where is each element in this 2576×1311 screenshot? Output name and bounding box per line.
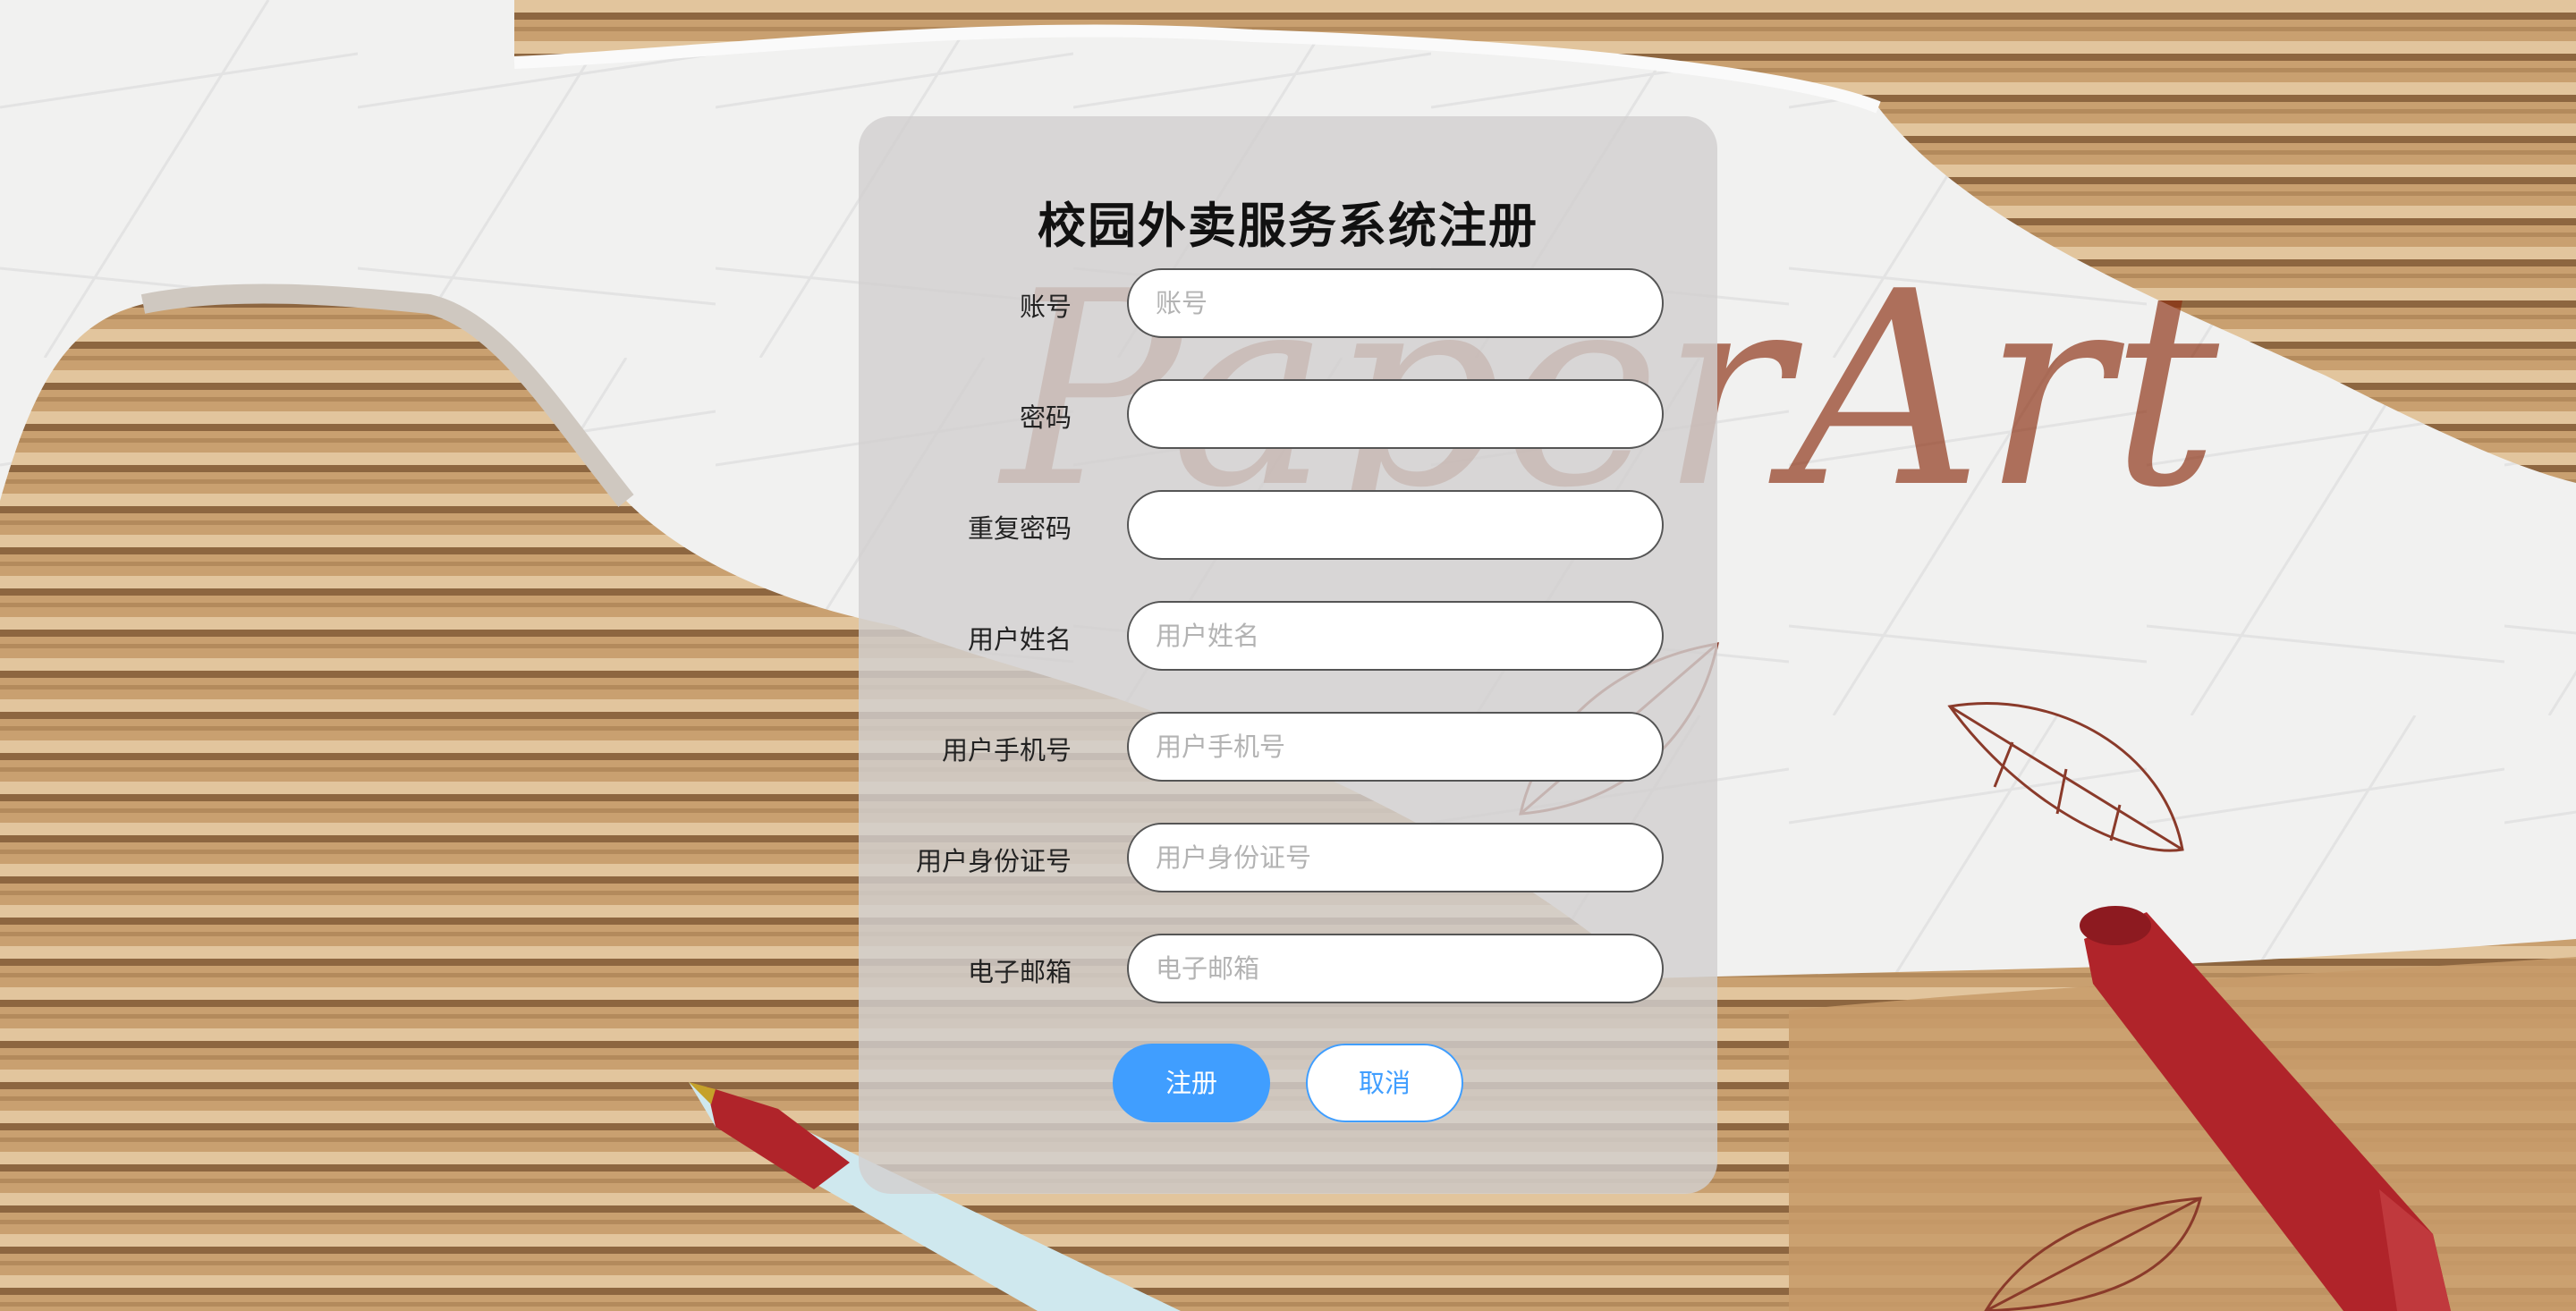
phone-label: 用户手机号 (941, 735, 1072, 765)
email-label: 电子邮箱 (967, 957, 1072, 987)
phone-input[interactable] (1127, 712, 1664, 782)
username-label: 用户姓名 (967, 624, 1072, 655)
cancel-button[interactable]: 取消 (1306, 1044, 1463, 1122)
form-row-password: 密码 (859, 379, 1717, 451)
email-input[interactable] (1127, 934, 1664, 1003)
form-row-phone: 用户手机号 (859, 712, 1717, 783)
form-row-account: 账号 (859, 268, 1717, 340)
form-row-email: 电子邮箱 (859, 934, 1717, 1005)
username-input[interactable] (1127, 601, 1664, 671)
form-row-username: 用户姓名 (859, 601, 1717, 672)
form-row-id-card: 用户身份证号 (859, 823, 1717, 894)
form-row-repeat-password: 重复密码 (859, 490, 1717, 562)
password-input[interactable] (1127, 379, 1664, 449)
id-card-label: 用户身份证号 (915, 846, 1072, 876)
id-card-input[interactable] (1127, 823, 1664, 892)
repeat-password-label: 重复密码 (967, 513, 1072, 544)
account-input[interactable] (1127, 268, 1664, 338)
repeat-password-input[interactable] (1127, 490, 1664, 560)
account-label: 账号 (1019, 292, 1072, 322)
register-button[interactable]: 注册 (1113, 1044, 1270, 1122)
page-title: 校园外卖服务系统注册 (1038, 198, 1538, 254)
password-label: 密码 (1019, 402, 1072, 433)
